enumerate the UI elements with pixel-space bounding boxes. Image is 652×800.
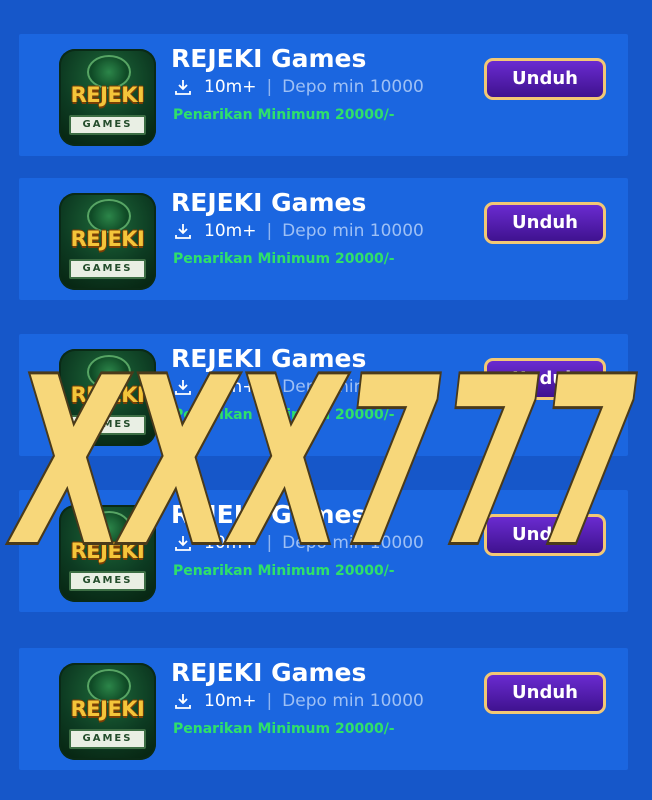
app-meta: 10m+ | Depo min 10000 [174, 690, 424, 712]
meta-divider: | [266, 533, 273, 553]
app-icon[interactable]: REJEKI GAMES [59, 505, 156, 602]
download-button[interactable]: Unduh [484, 58, 606, 100]
app-name[interactable]: REJEKI Games [171, 344, 366, 373]
withdraw-min: Penarikan Minimum 20000/- [173, 107, 395, 123]
app-name[interactable]: REJEKI Games [171, 500, 366, 529]
withdraw-min: Penarikan Minimum 20000/- [173, 563, 395, 579]
meta-divider: | [266, 377, 273, 397]
app-name[interactable]: REJEKI Games [171, 44, 366, 73]
deposit-min: Depo min 10000 [282, 77, 424, 97]
deposit-min: Depo min 10000 [282, 377, 424, 397]
download-icon [175, 694, 191, 709]
app-meta: 10m+ | Depo min 10000 [174, 220, 424, 242]
download-count: 10m+ [204, 77, 257, 97]
meta-divider: | [266, 691, 273, 711]
withdraw-min: Penarikan Minimum 20000/- [173, 407, 395, 423]
app-icon[interactable]: REJEKI GAMES [59, 193, 156, 290]
app-card[interactable]: REJEKI GAMES REJEKI Games 10m+ | Depo mi… [19, 490, 628, 612]
icon-sublogo-text: GAMES [69, 415, 146, 435]
withdraw-min: Penarikan Minimum 20000/- [173, 251, 395, 267]
app-name[interactable]: REJEKI Games [171, 188, 366, 217]
download-button[interactable]: Unduh [484, 202, 606, 244]
download-count: 10m+ [204, 377, 257, 397]
meta-divider: | [266, 221, 273, 241]
download-button[interactable]: Unduh [484, 358, 606, 400]
app-list: REJEKI GAMES REJEKI Games 10m+ | Depo mi… [0, 0, 652, 800]
download-icon [175, 224, 191, 239]
app-name[interactable]: REJEKI Games [171, 658, 366, 687]
app-card[interactable]: REJEKI GAMES REJEKI Games 10m+ | Depo mi… [19, 334, 628, 456]
download-icon [175, 380, 191, 395]
icon-sublogo-text: GAMES [69, 729, 146, 749]
icon-sublogo-text: GAMES [69, 571, 146, 591]
app-icon[interactable]: REJEKI GAMES [59, 349, 156, 446]
app-card[interactable]: REJEKI GAMES REJEKI Games 10m+ | Depo mi… [19, 178, 628, 300]
icon-logo-text: REJEKI [70, 83, 145, 107]
icon-sublogo-text: GAMES [69, 259, 146, 279]
download-count: 10m+ [204, 221, 257, 241]
app-icon[interactable]: REJEKI GAMES [59, 663, 156, 760]
download-count: 10m+ [204, 533, 257, 553]
download-count: 10m+ [204, 691, 257, 711]
icon-logo-text: REJEKI [70, 539, 145, 563]
deposit-min: Depo min 10000 [282, 221, 424, 241]
deposit-min: Depo min 10000 [282, 691, 424, 711]
app-meta: 10m+ | Depo min 10000 [174, 532, 424, 554]
withdraw-min: Penarikan Minimum 20000/- [173, 721, 395, 737]
icon-logo-text: REJEKI [70, 383, 145, 407]
meta-divider: | [266, 77, 273, 97]
icon-logo-text: REJEKI [70, 227, 145, 251]
download-button[interactable]: Unduh [484, 514, 606, 556]
app-card[interactable]: REJEKI GAMES REJEKI Games 10m+ | Depo mi… [19, 648, 628, 770]
app-card[interactable]: REJEKI GAMES REJEKI Games 10m+ | Depo mi… [19, 34, 628, 156]
download-icon [175, 536, 191, 551]
icon-logo-text: REJEKI [70, 697, 145, 721]
deposit-min: Depo min 10000 [282, 533, 424, 553]
app-meta: 10m+ | Depo min 10000 [174, 376, 424, 398]
app-icon[interactable]: REJEKI GAMES [59, 49, 156, 146]
download-icon [175, 80, 191, 95]
icon-sublogo-text: GAMES [69, 115, 146, 135]
download-button[interactable]: Unduh [484, 672, 606, 714]
app-meta: 10m+ | Depo min 10000 [174, 76, 424, 98]
